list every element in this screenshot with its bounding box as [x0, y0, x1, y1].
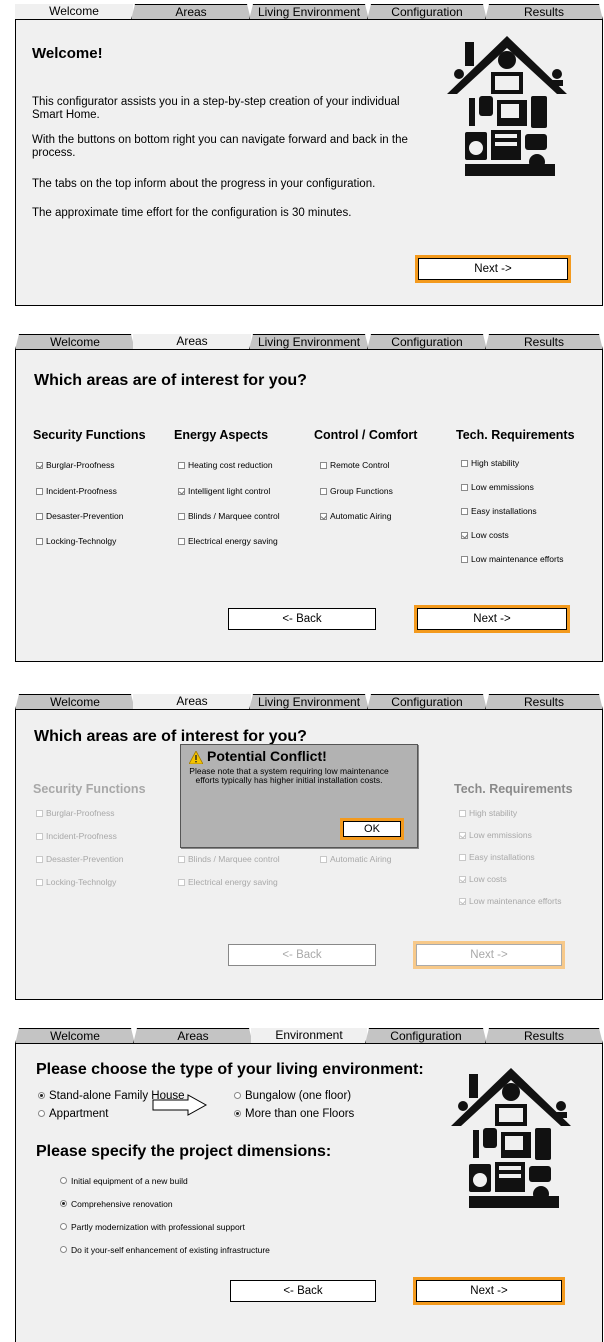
tech-requirements-title: Tech. Requirements	[456, 428, 575, 442]
checkbox-electrical-energy-saving[interactable]: Electrical energy saving	[178, 536, 278, 546]
checkbox-desaster-prevention[interactable]: Desaster-Prevention	[36, 511, 123, 521]
ok-button[interactable]: OK	[343, 821, 401, 837]
tab-living-environment[interactable]: Living Environment	[249, 334, 369, 350]
next-button[interactable]: Next ->	[416, 1280, 562, 1302]
tab-configuration[interactable]: Configuration	[367, 4, 487, 20]
energy-aspects-title: Energy Aspects	[174, 428, 269, 442]
checkbox-incident-proofness[interactable]: Incident-Proofness	[36, 486, 117, 496]
checkbox-low-maintenance-efforts[interactable]: Low maintenance efforts	[461, 554, 563, 564]
content-frame: Welcome! This configurator assists you i…	[15, 19, 603, 306]
checkbox-low-costs[interactable]: Low costs	[459, 874, 507, 884]
security-functions-title: Security Functions	[33, 782, 146, 796]
tab-areas[interactable]: Areas	[131, 4, 251, 20]
areas-conflict-screen: Welcome Areas Living Environment Configu…	[15, 694, 603, 1000]
arrow-icon	[152, 1094, 208, 1116]
environment-screen: Welcome Areas Environment Configuration …	[15, 1028, 603, 1342]
content-frame: Please choose the type of your living en…	[15, 1043, 603, 1342]
checkbox-heating-cost-reduction[interactable]: Heating cost reduction	[178, 460, 273, 470]
tab-bar: Welcome Areas Living Environment Configu…	[15, 694, 603, 711]
next-button[interactable]: Next ->	[416, 944, 562, 966]
checkbox-burglar-proofness[interactable]: Burglar-Proofness	[36, 460, 115, 470]
checkbox-blinds-marquee-control[interactable]: Blinds / Marquee control	[178, 854, 280, 864]
tab-configuration[interactable]: Configuration	[367, 334, 487, 350]
tab-results[interactable]: Results	[485, 334, 603, 350]
checkbox-incident-proofness[interactable]: Incident-Proofness	[36, 831, 117, 841]
checkbox-automatic-airing[interactable]: Automatic Airing	[320, 854, 391, 864]
checkbox-locking-technology[interactable]: Locking-Technolgy	[36, 877, 116, 887]
checkbox-high-stability[interactable]: High stability	[461, 458, 519, 468]
security-functions-title: Security Functions	[33, 428, 146, 442]
back-button[interactable]: <- Back	[228, 944, 376, 966]
content-frame: Which areas are of interest for you? Sec…	[15, 349, 603, 662]
checkbox-low-costs[interactable]: Low costs	[461, 530, 509, 540]
intro-text: This configurator assists you in a step-…	[32, 96, 400, 121]
checkbox-electrical-energy-saving[interactable]: Electrical energy saving	[178, 877, 278, 887]
tech-requirements-title: Tech. Requirements	[454, 782, 573, 796]
radio-bungalow[interactable]: Bungalow (one floor)	[234, 1090, 351, 1102]
checkbox-automatic-airing[interactable]: Automatic Airing	[320, 511, 391, 521]
checkbox-low-emmissions[interactable]: Low emmissions	[461, 482, 534, 492]
back-button[interactable]: <- Back	[230, 1280, 376, 1302]
checkbox-locking-technology[interactable]: Locking-Technolgy	[36, 536, 116, 546]
project-dimensions-title: Please specify the project dimensions:	[36, 1143, 332, 1160]
page-title: Which areas are of interest for you?	[34, 372, 307, 389]
checkbox-easy-installations[interactable]: Easy installations	[461, 506, 537, 516]
time-text: The approximate time effort for the conf…	[32, 207, 352, 219]
welcome-screen: Welcome Areas Living Environment Configu…	[15, 4, 603, 306]
radio-comprehensive-renovation[interactable]: Comprehensive renovation	[60, 1199, 173, 1209]
tab-bar: Welcome Areas Living Environment Configu…	[15, 4, 603, 21]
page-title: Welcome!	[32, 45, 103, 62]
navigation-text: With the buttons on bottom right you can…	[32, 134, 408, 159]
areas-screen: Welcome Areas Living Environment Configu…	[15, 334, 603, 662]
smart-home-house-icon	[447, 36, 567, 176]
tab-bar: Welcome Areas Living Environment Configu…	[15, 334, 603, 351]
checkbox-blinds-marquee-control[interactable]: Blinds / Marquee control	[178, 511, 280, 521]
tab-areas[interactable]: Areas	[133, 1028, 253, 1044]
tab-bar: Welcome Areas Environment Configuration …	[15, 1028, 603, 1045]
checkbox-desaster-prevention[interactable]: Desaster-Prevention	[36, 854, 123, 864]
checkbox-burglar-proofness[interactable]: Burglar-Proofness	[36, 808, 115, 818]
radio-appartment[interactable]: Appartment	[38, 1108, 108, 1120]
checkbox-easy-installations[interactable]: Easy installations	[459, 852, 535, 862]
checkbox-intelligent-light-control[interactable]: Intelligent light control	[178, 486, 270, 496]
checkbox-high-stability[interactable]: High stability	[459, 808, 517, 818]
conflict-dialog: Potential Conflict! Please note that a s…	[180, 744, 418, 848]
tab-results[interactable]: Results	[485, 4, 603, 20]
dialog-message: Please note that a system requiring low …	[189, 766, 389, 785]
tab-welcome[interactable]: Welcome	[15, 334, 135, 350]
checkbox-group-functions[interactable]: Group Functions	[320, 486, 393, 496]
content-frame: Which areas are of interest for you? Sec…	[15, 709, 603, 1000]
tab-welcome[interactable]: Welcome	[15, 1028, 135, 1044]
living-environment-title: Please choose the type of your living en…	[36, 1061, 424, 1078]
tab-results[interactable]: Results	[485, 694, 603, 710]
tab-configuration[interactable]: Configuration	[365, 1028, 487, 1044]
radio-more-than-one-floors[interactable]: More than one Floors	[234, 1108, 354, 1120]
checkbox-remote-control[interactable]: Remote Control	[320, 460, 390, 470]
radio-initial-equipment[interactable]: Initial equipment of a new build	[60, 1176, 188, 1186]
checkbox-low-maintenance-efforts[interactable]: Low maintenance efforts	[459, 896, 561, 906]
radio-partly-modernization[interactable]: Partly modernization with professional s…	[60, 1222, 245, 1232]
tab-living-environment[interactable]: Living Environment	[249, 4, 369, 20]
checkbox-low-emmissions[interactable]: Low emmissions	[459, 830, 532, 840]
back-button[interactable]: <- Back	[228, 608, 376, 630]
tabs-text: The tabs on the top inform about the pro…	[32, 178, 376, 190]
tab-results[interactable]: Results	[485, 1028, 603, 1044]
control-comfort-title: Control / Comfort	[314, 428, 418, 442]
tab-welcome[interactable]: Welcome	[15, 694, 135, 710]
tab-configuration[interactable]: Configuration	[367, 694, 487, 710]
radio-do-it-yourself[interactable]: Do it your-self enhancement of existing …	[60, 1245, 270, 1255]
smart-home-house-icon	[451, 1068, 571, 1208]
dialog-title: Potential Conflict!	[207, 748, 327, 764]
next-button[interactable]: Next ->	[417, 608, 567, 630]
next-button[interactable]: Next ->	[418, 258, 568, 280]
tab-living-environment[interactable]: Living Environment	[249, 694, 369, 710]
